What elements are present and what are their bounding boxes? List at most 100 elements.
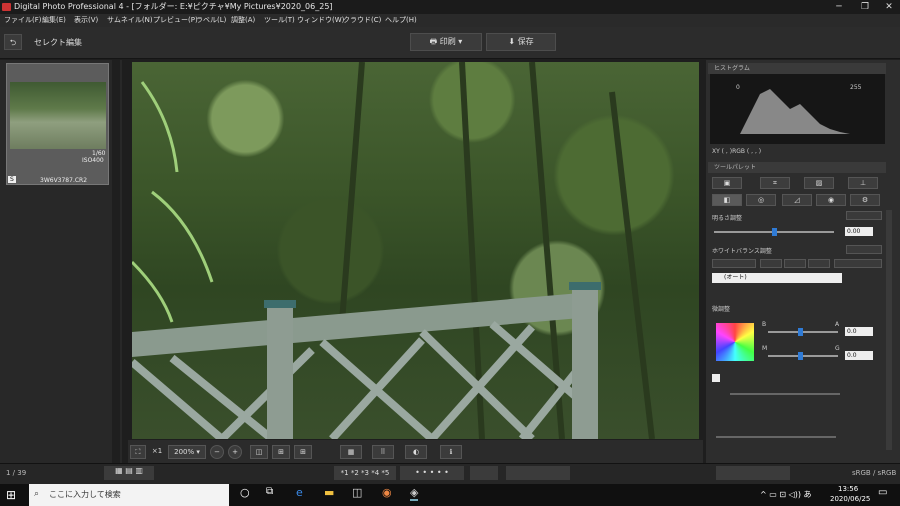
tool-window-buttons[interactable]	[716, 466, 790, 480]
store-icon[interactable]: ◫	[352, 486, 362, 499]
layout-icon-3[interactable]: ⊞	[294, 445, 312, 459]
dpp-taskbar-icon[interactable]: ◈	[410, 486, 419, 501]
taskbar-search-placeholder: ここに入力して検索	[49, 490, 121, 499]
wb-mode-select[interactable]: (オート)	[712, 273, 842, 283]
thumb-shutter: 1/60	[92, 150, 106, 157]
grid-icon[interactable]: ▦	[340, 445, 362, 459]
taskbar-search-input[interactable]: ここに入力して検索	[29, 484, 229, 506]
g-value-input[interactable]: 0.0	[845, 351, 873, 360]
fit-window-icon[interactable]: ⛶	[130, 445, 146, 459]
wb-reset-button[interactable]	[846, 245, 882, 254]
zoom-1x-button[interactable]: ×1	[149, 445, 165, 459]
back-icon[interactable]: ⮌	[4, 34, 22, 50]
wb-register-button[interactable]	[834, 259, 882, 268]
layout-icon-1[interactable]: ◫	[250, 445, 268, 459]
image-viewer[interactable]	[132, 62, 699, 439]
thumb-filename: 3W6V3787.CR2	[40, 177, 88, 184]
histogram-min: 0	[736, 84, 740, 91]
tool-palette-title: ツールパレット	[714, 164, 757, 171]
window-title: Digital Photo Professional 4 - [フォルダー: E…	[14, 2, 333, 11]
tab-picture-style[interactable]: ▣	[712, 177, 742, 189]
menu-view[interactable]: 表示(V)	[74, 14, 98, 27]
menu-adjust[interactable]: 調整(A)	[231, 14, 255, 27]
close-icon[interactable]: ✕	[876, 0, 900, 14]
brightness-knob[interactable]	[772, 228, 777, 236]
zoom-in-icon[interactable]: +	[228, 445, 242, 459]
thumbnail-image[interactable]	[10, 82, 106, 149]
zoom-select[interactable]: 200% ▾	[168, 445, 206, 459]
save-button[interactable]: ⬇ 保存	[486, 33, 556, 51]
menu-thumbnail[interactable]: サムネイル(N)	[107, 14, 153, 27]
brightness-reset-button[interactable]	[846, 211, 882, 220]
tool-panel-scrollbar[interactable]	[886, 210, 892, 450]
check-mark-buttons[interactable]: • • • • •	[400, 466, 464, 480]
wb-button-2[interactable]	[760, 259, 782, 268]
tab-basic[interactable]: ◧	[712, 194, 742, 206]
tab-image[interactable]: ▨	[804, 177, 834, 189]
menu-cloud[interactable]: クラウド(C)	[343, 14, 381, 27]
rotate-buttons[interactable]	[470, 466, 498, 480]
zoom-value: 200%	[174, 448, 195, 456]
zoom-out-icon[interactable]: −	[210, 445, 224, 459]
menu-edit[interactable]: 編集(E)	[42, 14, 66, 27]
tab-settings[interactable]: ⚙	[850, 194, 880, 206]
navigation-buttons[interactable]	[506, 466, 570, 480]
menu-label[interactable]: ラベル(L)	[196, 14, 226, 27]
thumb-badge: S	[8, 176, 16, 183]
mg-knob[interactable]	[798, 352, 803, 360]
layout-icon-2[interactable]: ⊞	[272, 445, 290, 459]
auto-lighting-checkbox[interactable]	[712, 374, 720, 382]
ba-slider[interactable]	[768, 331, 838, 333]
mg-slider[interactable]	[768, 355, 838, 357]
menu-window[interactable]: ウィンドウ(W)	[297, 14, 344, 27]
print-button[interactable]: 🖶 印刷 ▾	[410, 33, 482, 51]
chrome-icon[interactable]: ◉	[382, 486, 392, 499]
wb-button-4[interactable]	[808, 259, 830, 268]
menu-tools[interactable]: ツール(T)	[264, 14, 295, 27]
save-icon: ⬇	[508, 37, 518, 46]
auto-lighting-slider[interactable]	[730, 393, 840, 395]
wb-button-3[interactable]	[784, 259, 806, 268]
menu-preview[interactable]: プレビュー(P)	[153, 14, 198, 27]
sharpness-slider[interactable]	[716, 436, 836, 438]
xy-rgb-readout: XY ( , )RGB ( , , )	[712, 148, 762, 155]
notification-icon[interactable]: ▭	[878, 487, 887, 498]
minimize-icon[interactable]: ─	[826, 0, 852, 14]
menu-help[interactable]: ヘルプ(H)	[385, 14, 417, 27]
menu-bar: ファイル(F) 編集(E) 表示(V) サムネイル(N) プレビュー(P) ラベ…	[0, 14, 900, 27]
histogram-max: 255	[850, 84, 862, 91]
histogram-title: ヒストグラム	[714, 65, 750, 72]
tab-crop[interactable]: ⌗	[760, 177, 790, 189]
toolbar: ⮌ セレクト編集 🖶 印刷 ▾ ⬇ 保存	[0, 27, 900, 59]
ba-knob[interactable]	[798, 328, 803, 336]
brightness-input[interactable]: 0.00	[845, 227, 873, 236]
fine-tune-b: B	[762, 321, 767, 328]
save-label: 保存	[517, 37, 534, 46]
cortana-icon[interactable]: ○	[240, 486, 250, 499]
system-tray-icons[interactable]: ^ ▭ ⊡ ◁)) あ	[760, 489, 812, 500]
taskbar-date: 2020/06/25	[830, 495, 871, 503]
edge-icon[interactable]: e	[296, 486, 303, 499]
menu-file[interactable]: ファイル(F)	[4, 14, 42, 27]
tab-tone[interactable]: ◎	[746, 194, 776, 206]
tab-stamp[interactable]: ⊥	[848, 177, 878, 189]
view-mode-toggle[interactable]: ▦ ▤ ▥	[104, 466, 154, 480]
tab-curve[interactable]: ◿	[782, 194, 812, 206]
task-view-icon[interactable]: ⧉	[266, 486, 273, 497]
file-explorer-icon[interactable]: ▬	[324, 486, 334, 499]
star-rating-buttons[interactable]: *1 *2 *3 *4 *5	[334, 466, 396, 480]
image-count: 1 / 39	[6, 469, 27, 477]
photo-fence	[132, 62, 655, 439]
maximize-icon[interactable]: ❐	[852, 0, 878, 14]
thumbnail-scrollbar[interactable]	[112, 60, 120, 463]
a-value-input[interactable]: 0.0	[845, 327, 873, 336]
info-icon[interactable]: ℹ	[440, 445, 462, 459]
wb-mode-value: (オート)	[724, 274, 747, 281]
tab-color[interactable]: ◉	[816, 194, 846, 206]
highlight-warning-icon[interactable]: ◐	[405, 445, 427, 459]
fine-tune-label: 微調整	[712, 306, 731, 313]
wb-eyedropper-button[interactable]	[712, 259, 756, 268]
windows-start-icon[interactable]: ⊞	[6, 488, 20, 502]
af-point-icon[interactable]: ⠿	[372, 445, 394, 459]
color-wheel[interactable]	[716, 323, 754, 361]
